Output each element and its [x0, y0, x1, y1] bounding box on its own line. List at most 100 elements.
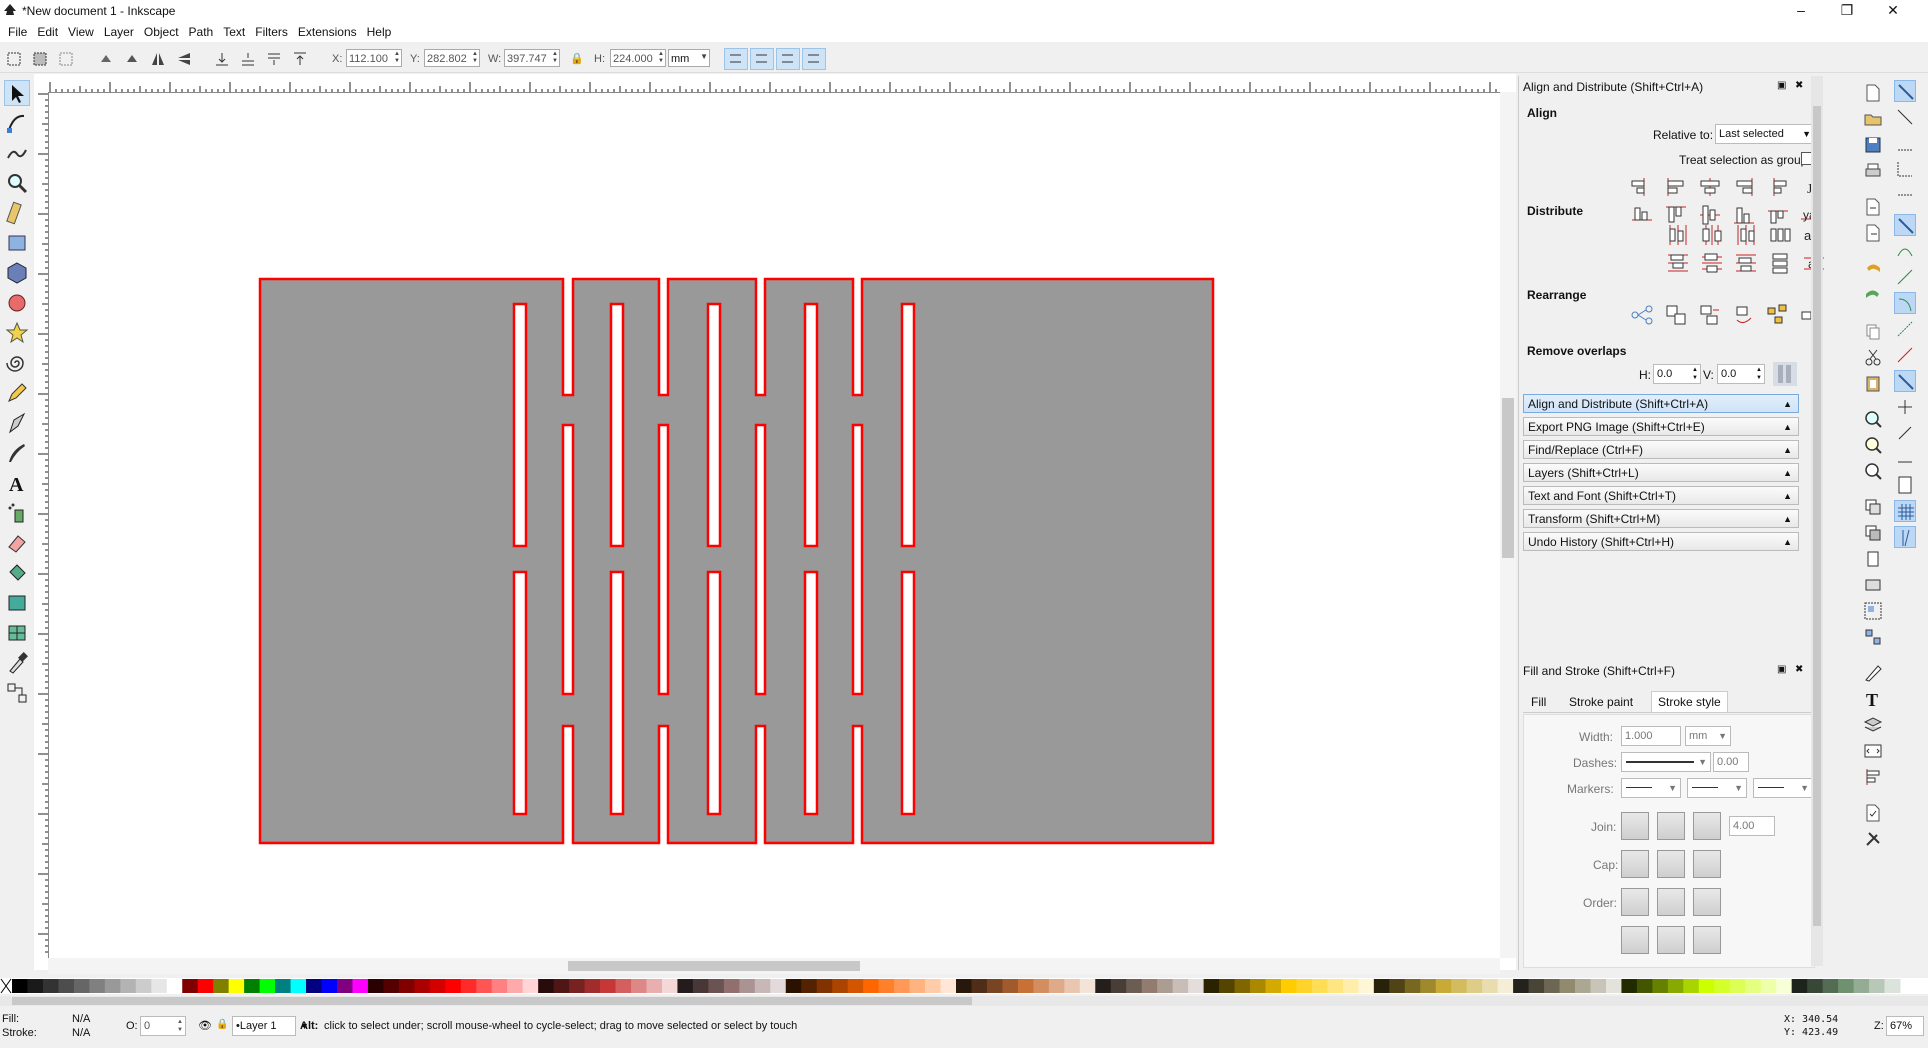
align-right-edges-icon[interactable] [1731, 174, 1757, 200]
layer-lock-icon[interactable]: 🔒 [216, 1019, 228, 1030]
color-swatch[interactable] [522, 979, 539, 993]
color-swatch[interactable] [1822, 979, 1839, 993]
color-swatch[interactable] [646, 979, 663, 993]
group-icon[interactable] [1862, 600, 1884, 622]
color-swatch[interactable] [1482, 979, 1499, 993]
color-swatch[interactable] [986, 979, 1003, 993]
color-swatch[interactable] [1435, 979, 1452, 993]
graph-layout-icon[interactable] [1629, 302, 1655, 328]
align-panel-header[interactable]: Align and Distribute (Shift+Ctrl+A) ▣ ✖ [1523, 80, 1813, 96]
join-bevel-button[interactable] [1693, 812, 1721, 840]
order-button-5[interactable] [1657, 926, 1685, 954]
distribute-top-edges-icon[interactable] [1665, 250, 1691, 276]
color-swatch[interactable] [1342, 979, 1359, 993]
zoom-page-icon[interactable] [1862, 460, 1884, 482]
color-swatch[interactable] [1760, 979, 1777, 993]
snap-page-border-icon[interactable] [1894, 474, 1916, 496]
snap-cusp-nodes-icon[interactable] [1894, 292, 1916, 314]
color-swatch[interactable] [166, 979, 183, 993]
color-swatch[interactable] [816, 979, 833, 993]
vertical-scrollbar[interactable] [1500, 92, 1516, 958]
color-swatch[interactable] [1776, 979, 1793, 993]
drawing-canvas[interactable] [48, 92, 1500, 958]
color-swatch[interactable] [1451, 979, 1468, 993]
tweak-tool-icon[interactable] [4, 140, 30, 166]
raise-to-top-icon[interactable] [290, 49, 310, 69]
xml-editor-icon[interactable] [1862, 740, 1884, 762]
layer-select[interactable]: •Layer 1 ▼ [232, 1016, 309, 1036]
tab-stroke-style[interactable]: Stroke style [1651, 691, 1728, 712]
fill-stroke-close-icon[interactable]: ✖ [1795, 664, 1803, 675]
move-gradients-icon[interactable] [776, 48, 800, 70]
remove-overlaps-button[interactable] [1773, 362, 1797, 386]
horizontal-scroll-thumb[interactable] [568, 961, 860, 971]
color-swatch[interactable] [1033, 979, 1050, 993]
color-swatch[interactable] [1884, 979, 1901, 993]
color-swatch[interactable] [956, 979, 972, 993]
color-swatch[interactable] [1079, 979, 1096, 993]
color-swatch[interactable] [832, 979, 849, 993]
color-swatch[interactable] [1389, 979, 1406, 993]
palette-swatches[interactable] [0, 978, 1928, 994]
color-swatch[interactable] [1311, 979, 1328, 993]
paint-bucket-tool-icon[interactable] [4, 560, 30, 586]
color-swatch[interactable] [894, 979, 911, 993]
color-swatch[interactable] [1048, 979, 1065, 993]
color-swatch[interactable] [677, 979, 694, 993]
snap-bbox-icon[interactable] [1894, 106, 1916, 128]
snap-rotation-center-icon[interactable] [1894, 422, 1916, 444]
pen-tool-icon[interactable] [4, 410, 30, 436]
color-swatch[interactable] [1280, 979, 1297, 993]
layers-panel-tab[interactable]: Layers (Shift+Ctrl+L) ▲ [1523, 463, 1799, 482]
dropper-tool-icon[interactable] [4, 650, 30, 676]
zoom-field[interactable]: 67% [1886, 1016, 1924, 1036]
color-swatch[interactable] [1250, 979, 1267, 993]
color-swatch[interactable] [290, 979, 307, 993]
color-swatch[interactable] [600, 979, 617, 993]
select-all-icon[interactable] [4, 49, 24, 69]
color-swatch[interactable] [507, 979, 524, 993]
color-swatch[interactable] [398, 979, 415, 993]
color-swatch[interactable] [491, 979, 508, 993]
fill-stroke-iconify-icon[interactable]: ▣ [1777, 664, 1786, 675]
color-swatch[interactable] [182, 979, 199, 993]
color-swatch[interactable] [863, 979, 880, 993]
color-swatch[interactable] [615, 979, 632, 993]
tab-stroke-paint[interactable]: Stroke paint [1569, 695, 1633, 709]
color-swatch[interactable] [708, 979, 725, 993]
color-swatch[interactable] [42, 979, 59, 993]
vertical-ruler[interactable] [34, 92, 49, 958]
color-swatch[interactable] [12, 979, 28, 993]
color-swatch[interactable] [306, 979, 323, 993]
no-paint-swatch[interactable] [0, 978, 12, 994]
pencil-tool-icon[interactable] [4, 380, 30, 406]
width-field[interactable]: 1.000 [1621, 726, 1681, 746]
duplicate-icon[interactable] [1862, 496, 1884, 518]
miter-limit-field[interactable]: 4.00 [1729, 816, 1775, 836]
fill-stroke-header[interactable]: Fill and Stroke (Shift+Ctrl+F) ▣ ✖ [1523, 664, 1813, 680]
layers-icon[interactable] [1862, 714, 1884, 736]
color-swatch[interactable] [1575, 979, 1591, 993]
color-swatch[interactable] [213, 979, 230, 993]
overlap-h-field[interactable]: 0.0 ▲ ▼ [1653, 364, 1701, 384]
mid-marker-select[interactable]: ▼ [1687, 778, 1747, 798]
color-swatch[interactable] [1466, 979, 1483, 993]
color-swatch[interactable] [135, 979, 152, 993]
color-swatch[interactable] [1544, 979, 1561, 993]
snap-bbox-corner-icon[interactable] [1894, 158, 1916, 180]
color-swatch[interactable] [1064, 979, 1081, 993]
snap-bbox-midpoint-icon[interactable] [1894, 184, 1916, 206]
snap-line-midpoints-icon[interactable] [1894, 344, 1916, 366]
distribute-gaps-horizontal-icon[interactable] [1767, 222, 1793, 248]
color-swatch[interactable] [1838, 979, 1855, 993]
color-swatch[interactable] [321, 979, 338, 993]
order-button-2[interactable] [1657, 888, 1685, 916]
color-swatch[interactable] [847, 979, 864, 993]
w-field[interactable]: 397.747 ▲ ▼ [504, 49, 560, 67]
color-swatch[interactable] [1017, 979, 1034, 993]
color-swatch[interactable] [1203, 979, 1220, 993]
zoom-tool-icon[interactable] [4, 170, 30, 196]
preferences-icon[interactable] [1862, 828, 1884, 850]
overlap-v-field[interactable]: 0.0 ▲ ▼ [1717, 364, 1765, 384]
exchange-clockwise-icon[interactable] [1731, 302, 1757, 328]
